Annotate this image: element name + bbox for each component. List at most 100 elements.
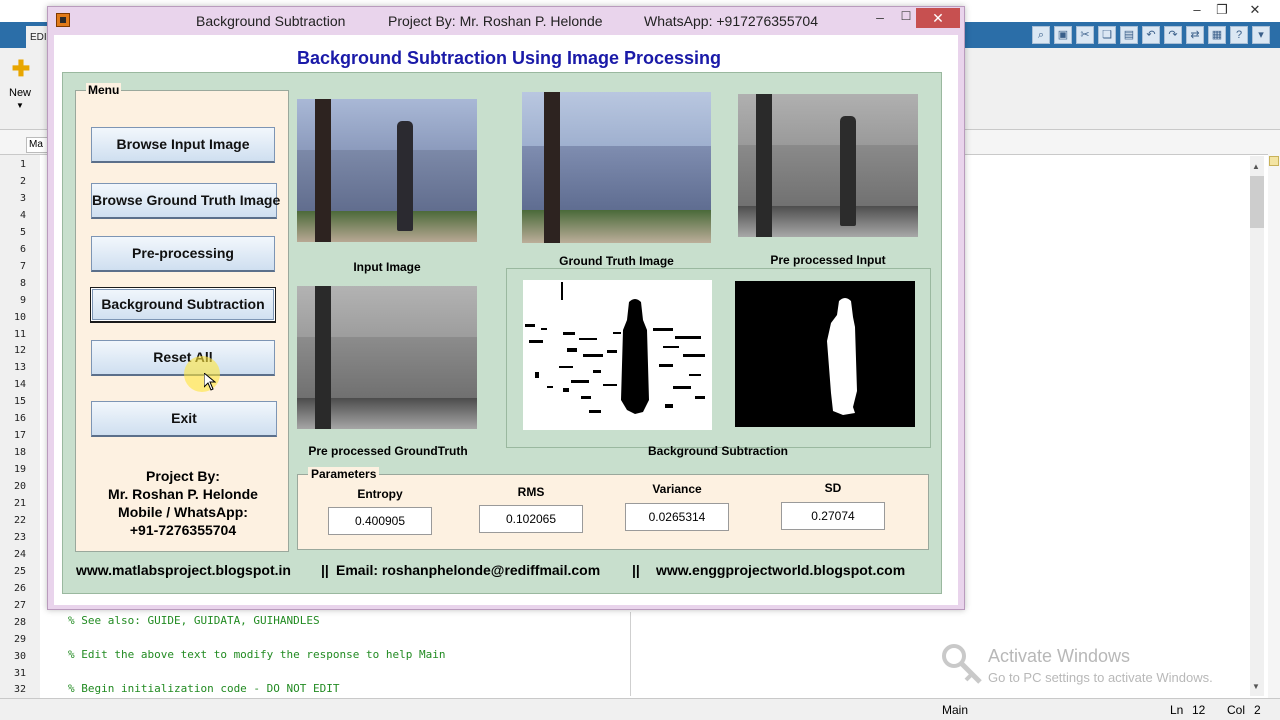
options-icon[interactable]: ▾ <box>1252 26 1270 44</box>
line-number: 17 <box>13 430 26 442</box>
layout-icon[interactable]: ▦ <box>1208 26 1226 44</box>
line-number: 31 <box>13 667 26 679</box>
rms-label: RMS <box>517 485 545 499</box>
credits-line: Mobile / WhatsApp: <box>118 504 248 520</box>
line-number: 2 <box>19 175 26 187</box>
credits: Project By: Mr. Roshan P. Helonde Mobile… <box>76 467 290 539</box>
window-whatsapp: WhatsApp: +917276355704 <box>644 13 818 29</box>
footer-separator: || <box>632 562 640 578</box>
status-bar: Main Ln 12 Col 2 <box>0 698 1280 720</box>
browse-input-image-button[interactable]: Browse Input Image <box>91 127 275 163</box>
rms-value[interactable]: 0.102065 <box>479 505 583 533</box>
parameters-panel: Parameters Entropy 0.400905 RMS 0.102065… <box>297 467 929 550</box>
credits-line: Mr. Roshan P. Helonde <box>108 486 258 502</box>
background-subtraction-button[interactable]: Background Subtraction <box>90 287 276 323</box>
preprocessed-input-caption: Pre processed Input <box>770 253 886 267</box>
menu-panel: Menu Browse Input Image Browse Ground Tr… <box>75 83 290 552</box>
preprocessed-ground-truth-image <box>297 286 477 429</box>
variance-value[interactable]: 0.0265314 <box>625 503 729 531</box>
help-icon[interactable]: ? <box>1230 26 1248 44</box>
code-analyzer-indicator[interactable] <box>1269 156 1279 166</box>
line-number: 19 <box>13 464 26 476</box>
new-button-label[interactable]: New <box>9 87 31 99</box>
line-number: 3 <box>19 192 26 204</box>
key-icon <box>942 644 982 684</box>
close-icon[interactable]: ✕ <box>1243 2 1267 18</box>
ground-truth-image <box>522 92 711 243</box>
line-number: 9 <box>19 294 26 306</box>
page-title: Background Subtraction Using Image Proce… <box>296 48 722 68</box>
window-project-by: Project By: Mr. Roshan P. Helonde <box>388 13 603 29</box>
cut-icon[interactable]: ✂ <box>1076 26 1094 44</box>
footer-separator: || <box>321 562 329 578</box>
footer-email: Email: roshanphelonde@rediffmail.com <box>336 562 601 578</box>
line-number: 12 <box>13 345 26 357</box>
difference-mask-image <box>523 280 712 430</box>
line-number: 25 <box>13 565 26 577</box>
copy-icon[interactable]: ❏ <box>1098 26 1116 44</box>
line-number: 6 <box>19 243 26 255</box>
line-number: 26 <box>13 582 26 594</box>
gui-titlebar[interactable]: Background Subtraction Project By: Mr. R… <box>48 7 964 33</box>
maximize-icon[interactable]: ❐ <box>1210 2 1234 18</box>
difference-mask-drawing <box>525 282 705 414</box>
entropy-label: Entropy <box>357 487 403 501</box>
credits-line: +91-7276355704 <box>129 522 237 538</box>
minimize-icon[interactable]: – <box>870 9 890 27</box>
line-number: 13 <box>13 362 26 374</box>
minimize-icon[interactable]: – <box>1185 2 1209 18</box>
status-file: Main <box>942 703 969 717</box>
line-number: 29 <box>13 633 26 645</box>
line-number: 15 <box>13 396 26 408</box>
code-line-30: % Edit the above text to modify the resp… <box>68 648 446 661</box>
main-panel: Menu Browse Input Image Browse Ground Tr… <box>62 72 942 594</box>
status-column: 2 <box>1254 703 1261 717</box>
entropy-value[interactable]: 0.400905 <box>328 507 432 535</box>
background-subtraction-caption: Background Subtraction <box>647 444 788 458</box>
input-image <box>297 99 477 242</box>
chevron-down-icon[interactable]: ▼ <box>16 101 24 110</box>
exit-button[interactable]: Exit <box>91 401 277 437</box>
footer-site-2: www.enggprojectworld.blogspot.com <box>656 562 906 578</box>
scroll-down-icon[interactable]: ▼ <box>1252 682 1260 691</box>
gui-window: Background Subtraction Project By: Mr. R… <box>47 6 965 610</box>
editor-splitter[interactable] <box>630 612 631 696</box>
gui-client-area: Background Subtraction Using Image Proce… <box>54 35 958 605</box>
sd-value[interactable]: 0.27074 <box>781 502 885 530</box>
close-button[interactable]: ✕ <box>916 8 960 28</box>
line-number: 16 <box>13 413 26 425</box>
line-number: 30 <box>13 650 26 662</box>
line-number: 1 <box>19 159 26 170</box>
switch-windows-icon[interactable]: ⇄ <box>1186 26 1204 44</box>
menu-panel-label: Menu <box>86 83 122 97</box>
footer-site-1: www.matlabsproject.blogspot.in <box>76 562 291 578</box>
preprocessed-ground-truth-caption: Pre processed GroundTruth <box>308 444 468 458</box>
sd-label: SD <box>824 481 842 495</box>
scroll-up-icon[interactable]: ▲ <box>1252 162 1260 171</box>
window-title: Background Subtraction <box>196 13 346 29</box>
new-plus-icon[interactable]: ✚ <box>10 58 32 80</box>
preprocessed-input-image <box>738 94 918 237</box>
line-number: 11 <box>13 328 26 340</box>
credits-line: Project By: <box>146 468 220 484</box>
line-number: 10 <box>13 311 26 323</box>
undo-icon[interactable]: ↶ <box>1142 26 1160 44</box>
save-icon[interactable]: ▣ <box>1054 26 1072 44</box>
vertical-scrollbar[interactable] <box>1250 156 1264 696</box>
parameters-label: Parameters <box>308 467 380 481</box>
scrollbar-thumb[interactable] <box>1250 176 1264 228</box>
preprocessing-button[interactable]: Pre-processing <box>91 236 275 272</box>
redo-icon[interactable]: ↷ <box>1164 26 1182 44</box>
activate-windows-title: Activate Windows <box>988 646 1131 666</box>
paste-icon[interactable]: ▤ <box>1120 26 1138 44</box>
reset-all-button[interactable]: Reset All <box>91 340 275 376</box>
line-number: 8 <box>19 277 26 289</box>
maximize-icon[interactable]: ☐ <box>896 9 916 27</box>
code-line-28: % See also: GUIDE, GUIDATA, GUIHANDLES <box>68 614 320 627</box>
variance-label: Variance <box>652 482 702 496</box>
line-number: 32 <box>13 684 26 696</box>
quick-access-toolbar: ⌕ ▣ ✂ ❏ ▤ ↶ ↷ ⇄ ▦ ? ▾ <box>1032 26 1270 46</box>
browse-ground-truth-button[interactable]: Browse Ground Truth Image <box>91 183 280 219</box>
find-icon[interactable]: ⌕ <box>1032 26 1050 44</box>
line-number: 21 <box>13 498 26 509</box>
